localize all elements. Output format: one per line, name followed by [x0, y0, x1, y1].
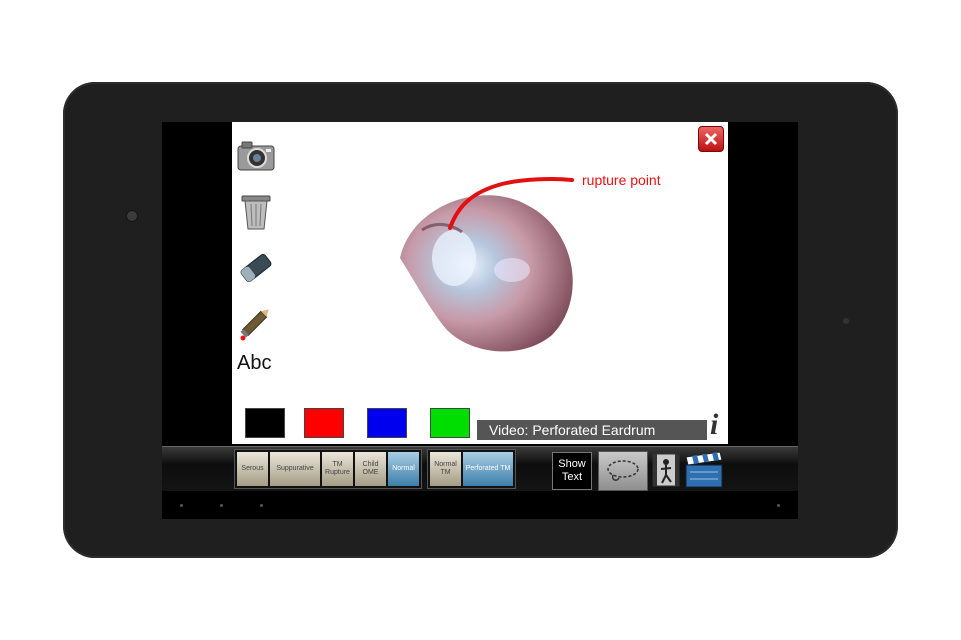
video-button[interactable]	[684, 451, 724, 489]
color-swatch-green[interactable]	[430, 408, 470, 438]
tm-tab-group: Normal TM Perforated TM	[427, 449, 516, 489]
nav-back[interactable]	[180, 504, 183, 507]
color-swatch-blue[interactable]	[367, 408, 407, 438]
annotation-label: rupture point	[582, 172, 661, 188]
eraser-icon	[240, 253, 272, 283]
pencil-icon	[240, 309, 269, 341]
close-icon	[704, 132, 718, 146]
lasso-icon	[607, 460, 639, 481]
tab-serous[interactable]: Serous	[237, 452, 268, 486]
device-screen: Abc rupture point Video: Perforated Eard…	[162, 122, 798, 519]
bottom-toolbar: Serous Suppurative TM Rupture Child OME Norm…	[162, 446, 798, 491]
color-swatch-black[interactable]	[245, 408, 285, 438]
camera-button[interactable]	[236, 136, 276, 176]
tab-tm-rupture[interactable]: TM Rupture	[322, 452, 353, 486]
tab-perforated-tm[interactable]: Perforated TM	[463, 452, 513, 486]
info-icon[interactable]: i	[710, 410, 718, 440]
condition-tab-group: Serous Suppurative TM Rupture Child OME Norm…	[234, 449, 422, 489]
system-nav-bar	[162, 492, 798, 519]
sensor-dot	[843, 318, 849, 324]
camera-icon	[237, 141, 275, 171]
tab-suppurative[interactable]: Suppurative	[270, 452, 320, 486]
tab-child-ome[interactable]: Child OME	[355, 452, 386, 486]
eardrum-image	[400, 177, 574, 352]
clapperboard-icon	[685, 451, 723, 488]
trash-button[interactable]	[236, 192, 276, 232]
pencil-button[interactable]	[236, 302, 276, 342]
drawing-canvas[interactable]: Abc rupture point Video: Perforated Eard…	[232, 122, 728, 444]
nav-home[interactable]	[220, 504, 223, 507]
lasso-button[interactable]	[598, 451, 648, 491]
video-caption: Video: Perforated Eardrum	[477, 420, 707, 440]
text-tool[interactable]: Abc	[237, 352, 271, 375]
film-person-icon	[652, 453, 680, 487]
tab-normal-tm[interactable]: Normal TM	[430, 452, 461, 486]
front-camera	[127, 211, 137, 221]
nav-recent[interactable]	[260, 504, 263, 507]
color-swatch-red[interactable]	[304, 408, 344, 438]
tab-normal[interactable]: Normal	[388, 452, 419, 486]
eraser-button[interactable]	[236, 248, 276, 288]
close-button[interactable]	[698, 126, 724, 152]
show-text-button[interactable]: Show Text	[552, 452, 592, 490]
nav-menu[interactable]	[777, 504, 780, 507]
record-button[interactable]	[652, 453, 680, 487]
trash-icon	[241, 195, 271, 230]
